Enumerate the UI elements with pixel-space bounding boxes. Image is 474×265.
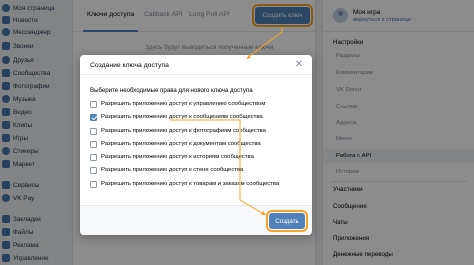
- permission-manage[interactable]: Разрешить приложению доступ к управлению…: [90, 99, 265, 109]
- permission-label: Разрешить приложению доступ к документам…: [101, 141, 261, 147]
- permission-label: Разрешить приложению доступ к товарам и …: [101, 181, 280, 187]
- create-button[interactable]: Создать: [266, 210, 308, 232]
- close-icon[interactable]: ✕: [294, 60, 304, 70]
- checkbox[interactable]: [90, 100, 97, 108]
- permission-photos[interactable]: Разрешить приложению доступ к фотография…: [90, 126, 266, 136]
- permission-wall[interactable]: Разрешить приложению доступ к стене сооб…: [90, 165, 243, 175]
- checkbox[interactable]: [90, 153, 97, 161]
- checkbox[interactable]: [90, 166, 97, 174]
- permission-documents[interactable]: Разрешить приложению доступ к документам…: [90, 139, 261, 149]
- permission-messages[interactable]: Разрешить приложению доступ к сообщениям…: [90, 112, 263, 122]
- checkbox[interactable]: [90, 140, 97, 148]
- dialog-prompt: Выберите необходимые права для нового кл…: [90, 87, 253, 94]
- create-key-dialog: Создание ключа доступа ✕ Выберите необхо…: [80, 55, 312, 235]
- permission-label: Разрешить приложению доступ к фотография…: [101, 128, 266, 134]
- permission-market[interactable]: Разрешить приложению доступ к товарам и …: [90, 179, 279, 189]
- checkbox[interactable]: [90, 180, 97, 188]
- checkbox[interactable]: [90, 127, 97, 135]
- dialog-title: Создание ключа доступа: [90, 62, 169, 69]
- checkbox-checked[interactable]: [90, 113, 97, 121]
- permission-stories[interactable]: Разрешить приложению доступ к историям с…: [90, 152, 254, 162]
- dialog-footer: Создать: [80, 205, 312, 235]
- dialog-header: Создание ключа доступа ✕: [80, 55, 312, 75]
- permission-label: Разрешить приложению доступ к стене сооб…: [101, 167, 244, 173]
- permission-label: Разрешить приложению доступ к управлению…: [101, 101, 266, 107]
- permission-label: Разрешить приложению доступ к сообщениям…: [101, 114, 263, 120]
- permission-label: Разрешить приложению доступ к историям с…: [101, 154, 254, 160]
